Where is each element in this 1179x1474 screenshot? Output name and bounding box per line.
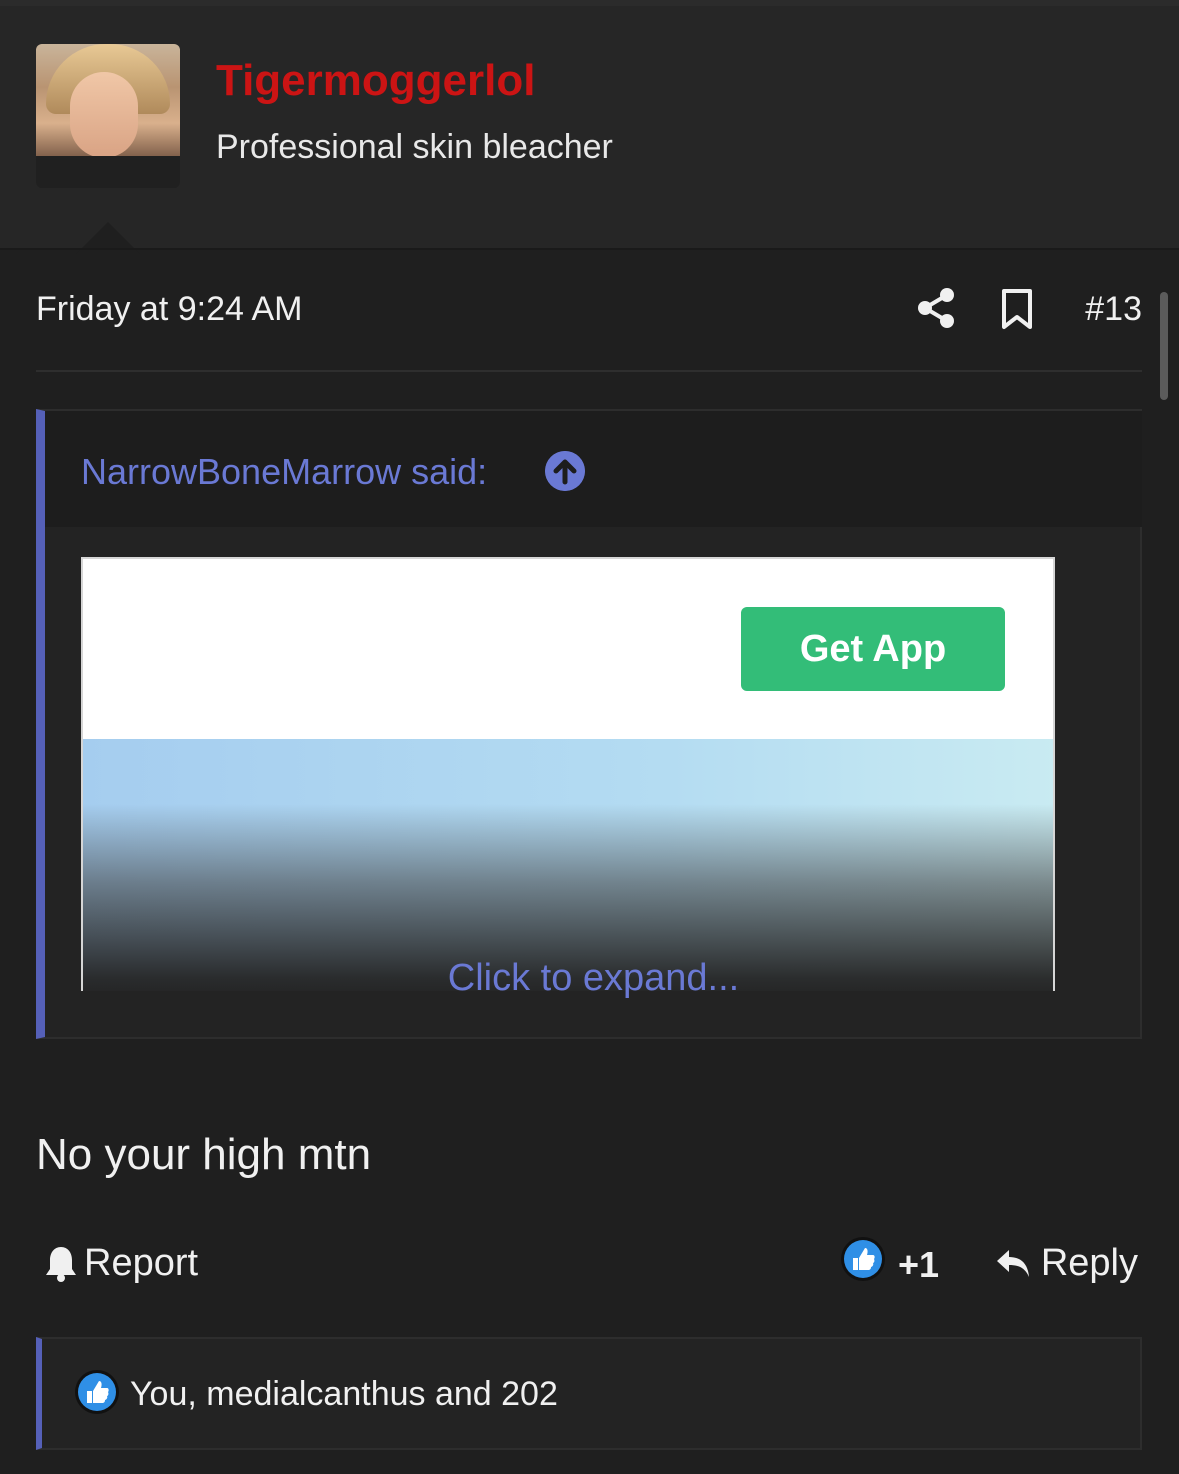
bell-icon xyxy=(46,1246,76,1282)
report-button[interactable]: Report xyxy=(44,1242,198,1285)
post-number-link[interactable]: #13 xyxy=(1085,290,1142,329)
username[interactable]: Tigermoggerlol xyxy=(216,56,535,106)
quote-embedded-image: Get App xyxy=(81,557,1055,991)
reply-arrow-icon xyxy=(996,1249,1029,1277)
reactions-summary[interactable]: You, medialcanthus and 202 xyxy=(130,1375,558,1414)
header-pointer xyxy=(76,222,140,254)
avatar[interactable] xyxy=(36,44,180,188)
thumbs-up-icon xyxy=(75,1370,119,1414)
post-actions: Report +1 Reply xyxy=(36,1232,1142,1292)
click-to-expand-link[interactable]: Click to expand... xyxy=(45,957,1142,1000)
reply-label: Reply xyxy=(1040,1242,1138,1284)
post-meta-row: Friday at 9:24 AM #13 xyxy=(36,286,1142,336)
divider xyxy=(36,370,1142,372)
user-header: Tigermoggerlol Professional skin bleache… xyxy=(0,6,1179,254)
post-body: No your high mtn xyxy=(36,1130,372,1179)
up-arrow-icon[interactable] xyxy=(545,451,585,491)
share-icon[interactable] xyxy=(916,286,956,330)
get-app-button[interactable]: Get App xyxy=(741,607,1005,691)
like-count[interactable]: +1 xyxy=(898,1244,939,1286)
quote-block: NarrowBoneMarrow said: Get App Click to … xyxy=(36,409,1142,1039)
post-date[interactable]: Friday at 9:24 AM xyxy=(36,290,302,329)
reply-button[interactable]: Reply xyxy=(995,1242,1138,1285)
thumbs-up-icon[interactable] xyxy=(840,1236,886,1282)
report-label: Report xyxy=(84,1242,199,1284)
user-title: Professional skin bleacher xyxy=(216,128,613,166)
scrollbar[interactable] xyxy=(1160,292,1168,400)
reactions-bar[interactable]: You, medialcanthus and 202 xyxy=(36,1337,1142,1450)
quote-header: NarrowBoneMarrow said: xyxy=(45,411,1142,527)
quote-author[interactable]: NarrowBoneMarrow said: xyxy=(81,451,487,493)
bookmark-icon[interactable] xyxy=(1000,288,1034,330)
